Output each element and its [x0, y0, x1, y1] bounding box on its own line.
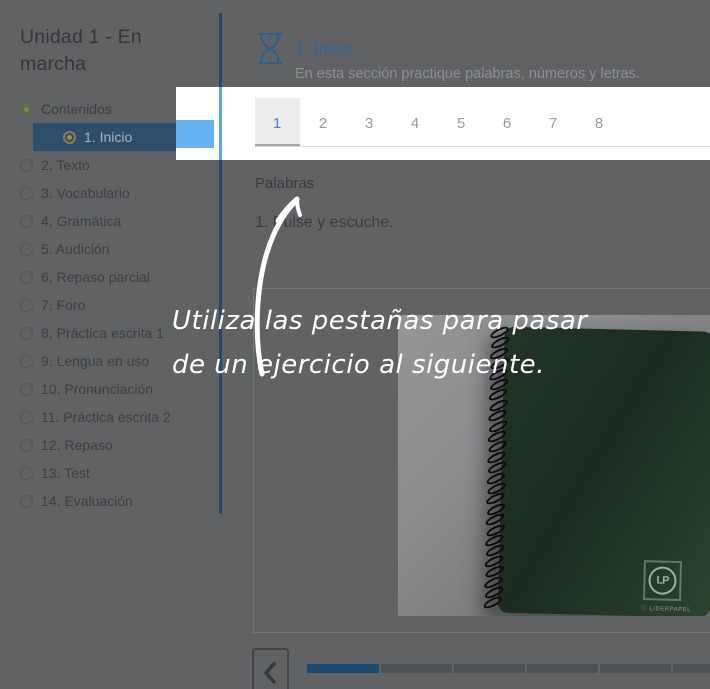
exercise-tab-3[interactable]: 3	[346, 87, 392, 160]
tutorial-hint-line1: Utiliza las pestañas para pasar	[172, 306, 588, 336]
progress-segment	[527, 664, 598, 673]
notebook-brand-text: ⓘ LIDERPAPEL	[641, 603, 701, 613]
radio-icon	[20, 411, 33, 424]
tutorial-hint-line2: de un ejercicio al siguiente.	[172, 350, 545, 380]
app-window: Unidad 1 - En marcha Contenidos 1. Inici…	[0, 0, 710, 689]
lp-monogram: LP	[648, 566, 677, 595]
radio-icon	[20, 271, 33, 284]
sidebar-item-5-audicion[interactable]: 5. Audición	[0, 235, 232, 263]
exercise-tab-2[interactable]: 2	[300, 87, 346, 160]
radio-icon	[20, 187, 33, 200]
hourglass-icon	[255, 32, 285, 65]
progress-segment	[600, 664, 671, 673]
radio-icon	[20, 439, 33, 452]
notebook-logo: LP	[643, 560, 682, 601]
radio-icon	[20, 495, 33, 508]
sidebar-item-12-repaso[interactable]: 12. Repaso	[0, 431, 232, 459]
exercise-tab-strip: 12345678	[254, 87, 710, 160]
previous-button[interactable]	[252, 648, 289, 689]
sidebar-item-11-practica-escrita-2[interactable]: 11. Práctica escrita 2	[0, 403, 232, 431]
exercise-tab-5[interactable]: 5	[438, 87, 484, 160]
sidebar-item-14-evaluacion[interactable]: 14. Evaluación	[0, 487, 232, 515]
progress-segment	[307, 664, 379, 673]
exercise-tab-6[interactable]: 6	[484, 87, 530, 160]
section-title: 1. Inicio	[295, 39, 354, 59]
exercise-tab-7[interactable]: 7	[530, 87, 576, 160]
radio-icon	[20, 299, 33, 312]
exercise-tab-8[interactable]: 8	[576, 87, 622, 160]
sidebar-item-6-repaso-parcial[interactable]: 6. Repaso parcial	[0, 263, 232, 291]
progress-segment	[673, 664, 710, 673]
radio-icon	[20, 327, 33, 340]
radio-icon	[20, 243, 33, 256]
progress-bar	[307, 664, 710, 673]
exercise-tab-4[interactable]: 4	[392, 87, 438, 160]
radio-icon	[20, 103, 33, 116]
radio-icon	[20, 467, 33, 480]
progress-segment	[381, 664, 452, 673]
section-description: En esta sección practique palabras, núme…	[295, 66, 640, 82]
sidebar-item-13-test[interactable]: 13. Test	[0, 459, 232, 487]
sidebar-divider-line-highlight	[219, 87, 222, 160]
exercise-tab-1[interactable]: 1	[254, 87, 300, 160]
radio-icon	[20, 383, 33, 396]
exercise-tabs-spotlight: 12345678	[176, 87, 710, 160]
unit-title: Unidad 1 - En marcha	[20, 24, 205, 78]
sidebar-item-3-vocabulario[interactable]: 3. Vocabulario	[0, 179, 232, 207]
active-item-highlight-patch	[176, 120, 214, 148]
tutorial-arrow	[240, 186, 320, 391]
progress-segment	[454, 664, 525, 673]
chevron-left-icon	[254, 650, 287, 689]
radio-icon	[20, 215, 33, 228]
radio-icon	[20, 159, 33, 172]
sidebar-item-4-gramatica[interactable]: 4. Gramática	[0, 207, 232, 235]
radio-icon	[63, 131, 76, 144]
radio-icon	[20, 355, 33, 368]
